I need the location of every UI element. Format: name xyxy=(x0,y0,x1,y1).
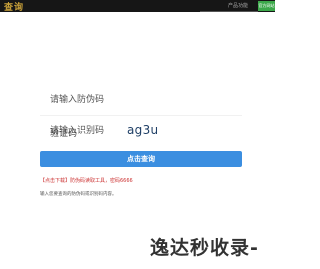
anti-counterfeit-code-input[interactable] xyxy=(40,85,242,115)
official-site-button[interactable]: 官方网站 xyxy=(258,1,275,11)
captcha-image[interactable]: ag3u xyxy=(127,123,167,139)
bottom-banner: 逸达秒收录- xyxy=(150,237,259,259)
top-bar: 查询 产品功能 官方网站 xyxy=(0,0,275,12)
hint-text: 输入您要查询的防伪码或识别码内容。 xyxy=(40,192,117,197)
download-tool-link[interactable]: 【点击下载】防伪码读取工具，密码6666 xyxy=(40,177,133,184)
site-logo[interactable]: 查询 xyxy=(4,0,46,13)
captcha-label: 验证码 xyxy=(50,129,78,139)
nav-link-products[interactable]: 产品功能 xyxy=(228,0,248,12)
query-button[interactable]: 点击查询 xyxy=(40,151,242,167)
